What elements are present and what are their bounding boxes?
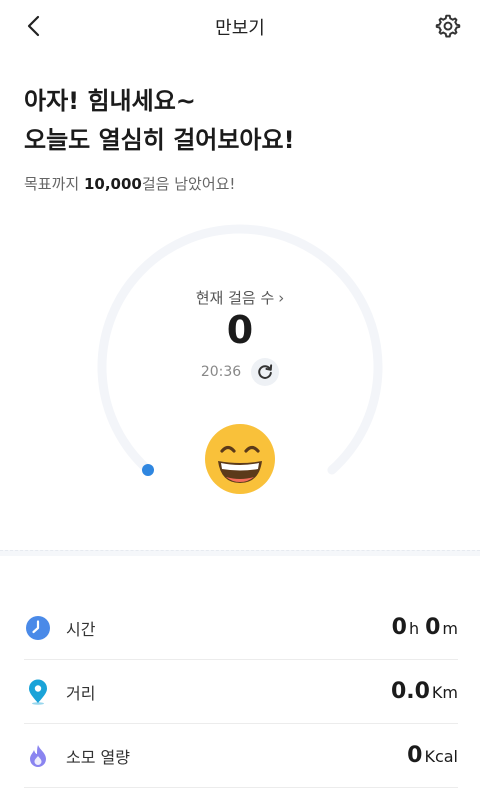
stat-value-distance: 0.0 Km [391,679,458,704]
stat-label-time: 시간 [66,619,96,639]
current-steps-label: 현재 걸음 수 [195,289,275,307]
headline-line-1: 아자! 힘내세요~ [24,87,196,115]
back-button[interactable] [20,12,48,40]
calories-unit: Kcal [424,747,458,766]
stat-row-distance: 거리 0.0 Km [24,660,458,724]
location-pin-icon [24,678,52,706]
motivation-headline: 아자! 힘내세요~ 오늘도 열심히 걸어보아요! [24,82,295,160]
time-hours-value: 0 [391,615,407,640]
stat-value-calories: 0 Kcal [407,743,458,768]
goal-suffix: 걸음 남았어요! [141,175,236,193]
chevron-left-icon [27,15,40,37]
goal-remaining-text: 목표까지 10,000걸음 남았어요! [24,173,235,194]
distance-value: 0.0 [390,679,430,704]
time-hours-unit: h [408,619,420,638]
page-title: 만보기 [215,18,265,39]
refresh-icon [258,364,273,379]
stat-row-time: 시간 0 h 0 m [24,596,458,660]
stat-row-calories: 소모 열량 0 Kcal [24,724,458,788]
chevron-right-icon: › [278,289,285,307]
distance-unit: Km [431,683,458,702]
flame-icon [24,742,52,770]
time-minutes-unit: m [442,619,458,638]
section-divider [0,550,480,556]
calories-value: 0 [407,743,423,768]
gear-icon [435,14,461,38]
stat-label-calories: 소모 열량 [66,747,130,767]
gauge-progress-dot [142,464,154,476]
grinning-face-icon [204,423,276,495]
settings-button[interactable] [434,12,462,40]
stat-value-time: 0 h 0 m [392,615,458,640]
app-header: 만보기 [0,0,480,54]
last-updated-row: 20:36 [0,358,480,386]
headline-line-2: 오늘도 열심히 걸어보아요! [24,126,295,154]
stat-label-distance: 거리 [66,683,96,703]
goal-prefix: 목표까지 [24,175,84,193]
time-minutes-value: 0 [425,615,441,640]
step-count: 0 [226,308,254,352]
clock-icon [24,614,52,642]
current-steps-link[interactable]: 현재 걸음 수 › [0,287,480,308]
goal-steps: 10,000 [83,175,142,193]
last-updated-time: 20:36 [200,364,242,380]
refresh-button[interactable] [251,358,280,386]
